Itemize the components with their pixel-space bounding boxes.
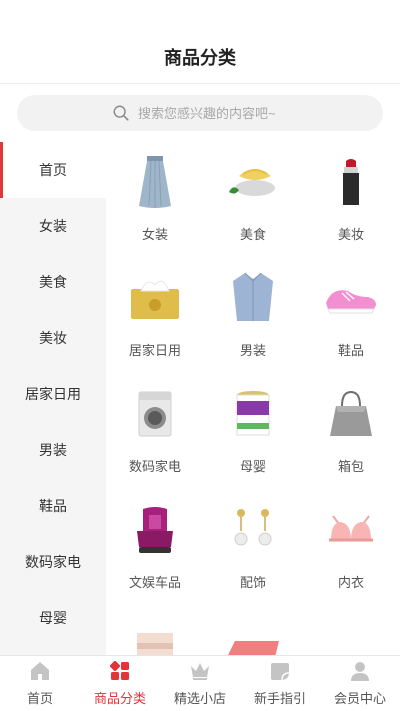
sidebar-item-womens-clothing[interactable]: 女装 xyxy=(0,198,106,254)
bedding-icon xyxy=(137,633,173,655)
category-item-underwear[interactable]: 内衣 xyxy=(302,492,400,608)
sidebar-item-label: 美妆 xyxy=(39,330,67,346)
category-item-household[interactable]: 居家日用 xyxy=(106,260,204,376)
category-sidebar: 首页 女装 美食 美妆 居家日用 男装 鞋品 数码家电 母婴 xyxy=(0,142,106,655)
sidebar-item-beauty[interactable]: 美妆 xyxy=(0,310,106,366)
sidebar-item-label: 居家日用 xyxy=(25,386,81,402)
category-item-womens-clothing[interactable]: 女装 xyxy=(106,144,204,260)
category-item-accessories[interactable]: 配饰 xyxy=(204,492,302,608)
yoga-mat-icon xyxy=(228,641,279,655)
sidebar-item-label: 女装 xyxy=(39,218,67,234)
shirt-icon xyxy=(233,272,273,321)
sidebar-item-home[interactable]: 首页 xyxy=(0,142,106,198)
category-item-bedding[interactable] xyxy=(106,608,204,655)
category-item-label: 母婴 xyxy=(239,459,266,474)
sidebar-item-baby[interactable]: 母婴 xyxy=(0,590,106,646)
bottom-tab-bar: 首页 商品分类 精选小店 新手指引 会员中心 xyxy=(0,655,400,711)
milk-powder-can-icon xyxy=(236,391,270,436)
category-item-bags[interactable]: 箱包 xyxy=(302,376,400,492)
tab-featured-shops[interactable]: 精选小店 xyxy=(160,656,240,711)
category-item-mens-clothing[interactable]: 男装 xyxy=(204,260,302,376)
tab-label: 商品分类 xyxy=(93,691,146,706)
sidebar-item-label: 数码家电 xyxy=(25,554,81,570)
tab-beginner-guide[interactable]: 新手指引 xyxy=(240,656,320,711)
tab-label: 首页 xyxy=(26,691,53,706)
handbag-icon xyxy=(330,390,372,436)
tab-label: 新手指引 xyxy=(253,691,306,706)
car-seat-icon xyxy=(137,507,173,553)
category-item-beauty[interactable]: 美妆 xyxy=(302,144,400,260)
search-input[interactable] xyxy=(138,105,288,121)
category-item-label: 配饰 xyxy=(239,575,266,590)
category-grid: 女装 美食 美妆 居家日用 男装 鞋品 数码家电 母婴 箱包 文娱车品 配饰 内… xyxy=(106,142,400,655)
sidebar-item-food[interactable]: 美食 xyxy=(0,254,106,310)
tab-label: 会员中心 xyxy=(333,691,386,706)
sidebar-item-mens-clothing[interactable]: 男装 xyxy=(0,422,106,478)
category-item-label: 美妆 xyxy=(337,227,364,242)
tab-home[interactable]: 首页 xyxy=(0,656,80,711)
earrings-icon xyxy=(234,509,272,546)
lipstick-icon xyxy=(343,159,359,205)
sidebar-item-household[interactable]: 居家日用 xyxy=(0,366,106,422)
sidebar-item-label: 美食 xyxy=(39,274,67,290)
sidebar-item-label: 男装 xyxy=(39,442,67,458)
category-item-label: 女装 xyxy=(141,227,168,242)
sidebar-item-electronics[interactable]: 数码家电 xyxy=(0,534,106,590)
sidebar-item-label: 首页 xyxy=(39,162,67,178)
header: 商品分类 xyxy=(0,0,400,84)
guide-icon xyxy=(271,663,290,681)
search-icon xyxy=(113,105,129,121)
sneaker-icon xyxy=(326,290,376,314)
category-item-electronics[interactable]: 数码家电 xyxy=(106,376,204,492)
category-item-label: 数码家电 xyxy=(128,459,181,474)
category-item-label: 鞋品 xyxy=(337,343,364,358)
tab-label: 精选小店 xyxy=(173,691,226,706)
sidebar-item-shoes[interactable]: 鞋品 xyxy=(0,478,106,534)
tab-member-center[interactable]: 会员中心 xyxy=(320,656,400,711)
category-item-food[interactable]: 美食 xyxy=(204,144,302,260)
skirt-icon xyxy=(139,156,171,208)
page-title: 商品分类 xyxy=(164,48,236,68)
tab-categories[interactable]: 商品分类 xyxy=(80,656,160,711)
sidebar-item-label: 母婴 xyxy=(39,610,67,626)
category-item-yoga[interactable] xyxy=(204,608,302,655)
category-item-label: 内衣 xyxy=(337,575,364,590)
category-item-label: 文娱车品 xyxy=(128,575,181,590)
tissue-box-icon xyxy=(131,280,179,319)
crown-icon xyxy=(191,663,209,680)
category-item-label: 居家日用 xyxy=(128,343,181,358)
bra-icon xyxy=(329,515,373,542)
category-item-baby[interactable]: 母婴 xyxy=(204,376,302,492)
category-item-label: 男装 xyxy=(239,343,266,358)
category-icon xyxy=(109,660,129,680)
category-item-shoes[interactable]: 鞋品 xyxy=(302,260,400,376)
category-item-car-entertainment[interactable]: 文娱车品 xyxy=(106,492,204,608)
snack-bowl-icon xyxy=(229,169,275,196)
search-bar[interactable] xyxy=(17,95,383,131)
washing-machine-icon xyxy=(138,391,172,437)
sidebar-item-label: 鞋品 xyxy=(39,498,67,514)
home-icon xyxy=(31,662,49,680)
user-icon xyxy=(351,662,369,681)
category-item-label: 箱包 xyxy=(337,459,364,474)
category-item-label: 美食 xyxy=(239,227,266,242)
